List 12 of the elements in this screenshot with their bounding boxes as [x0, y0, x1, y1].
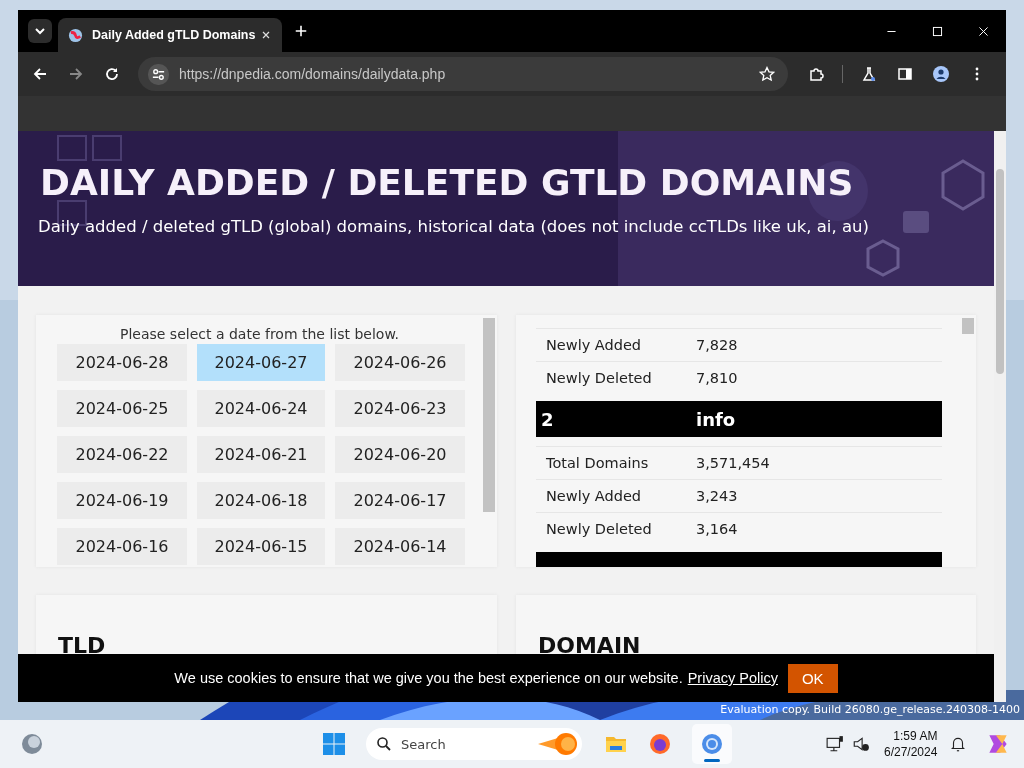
- chrome-taskbar-button[interactable]: [692, 724, 732, 764]
- firefox-icon[interactable]: [648, 732, 672, 756]
- flame-icon: [538, 732, 578, 756]
- windows-start-icon[interactable]: [322, 732, 346, 756]
- search-icon: [376, 736, 392, 752]
- taskbar-search-field[interactable]: Search: [366, 728, 582, 760]
- widgets-icon[interactable]: [20, 732, 44, 756]
- volume-muted-icon[interactable]: [852, 735, 870, 753]
- monitor-icon[interactable]: [826, 735, 844, 753]
- chrome-icon: [700, 732, 724, 756]
- clock[interactable]: 1:59 AM 6/27/2024: [884, 728, 938, 760]
- bell-icon[interactable]: [949, 735, 968, 753]
